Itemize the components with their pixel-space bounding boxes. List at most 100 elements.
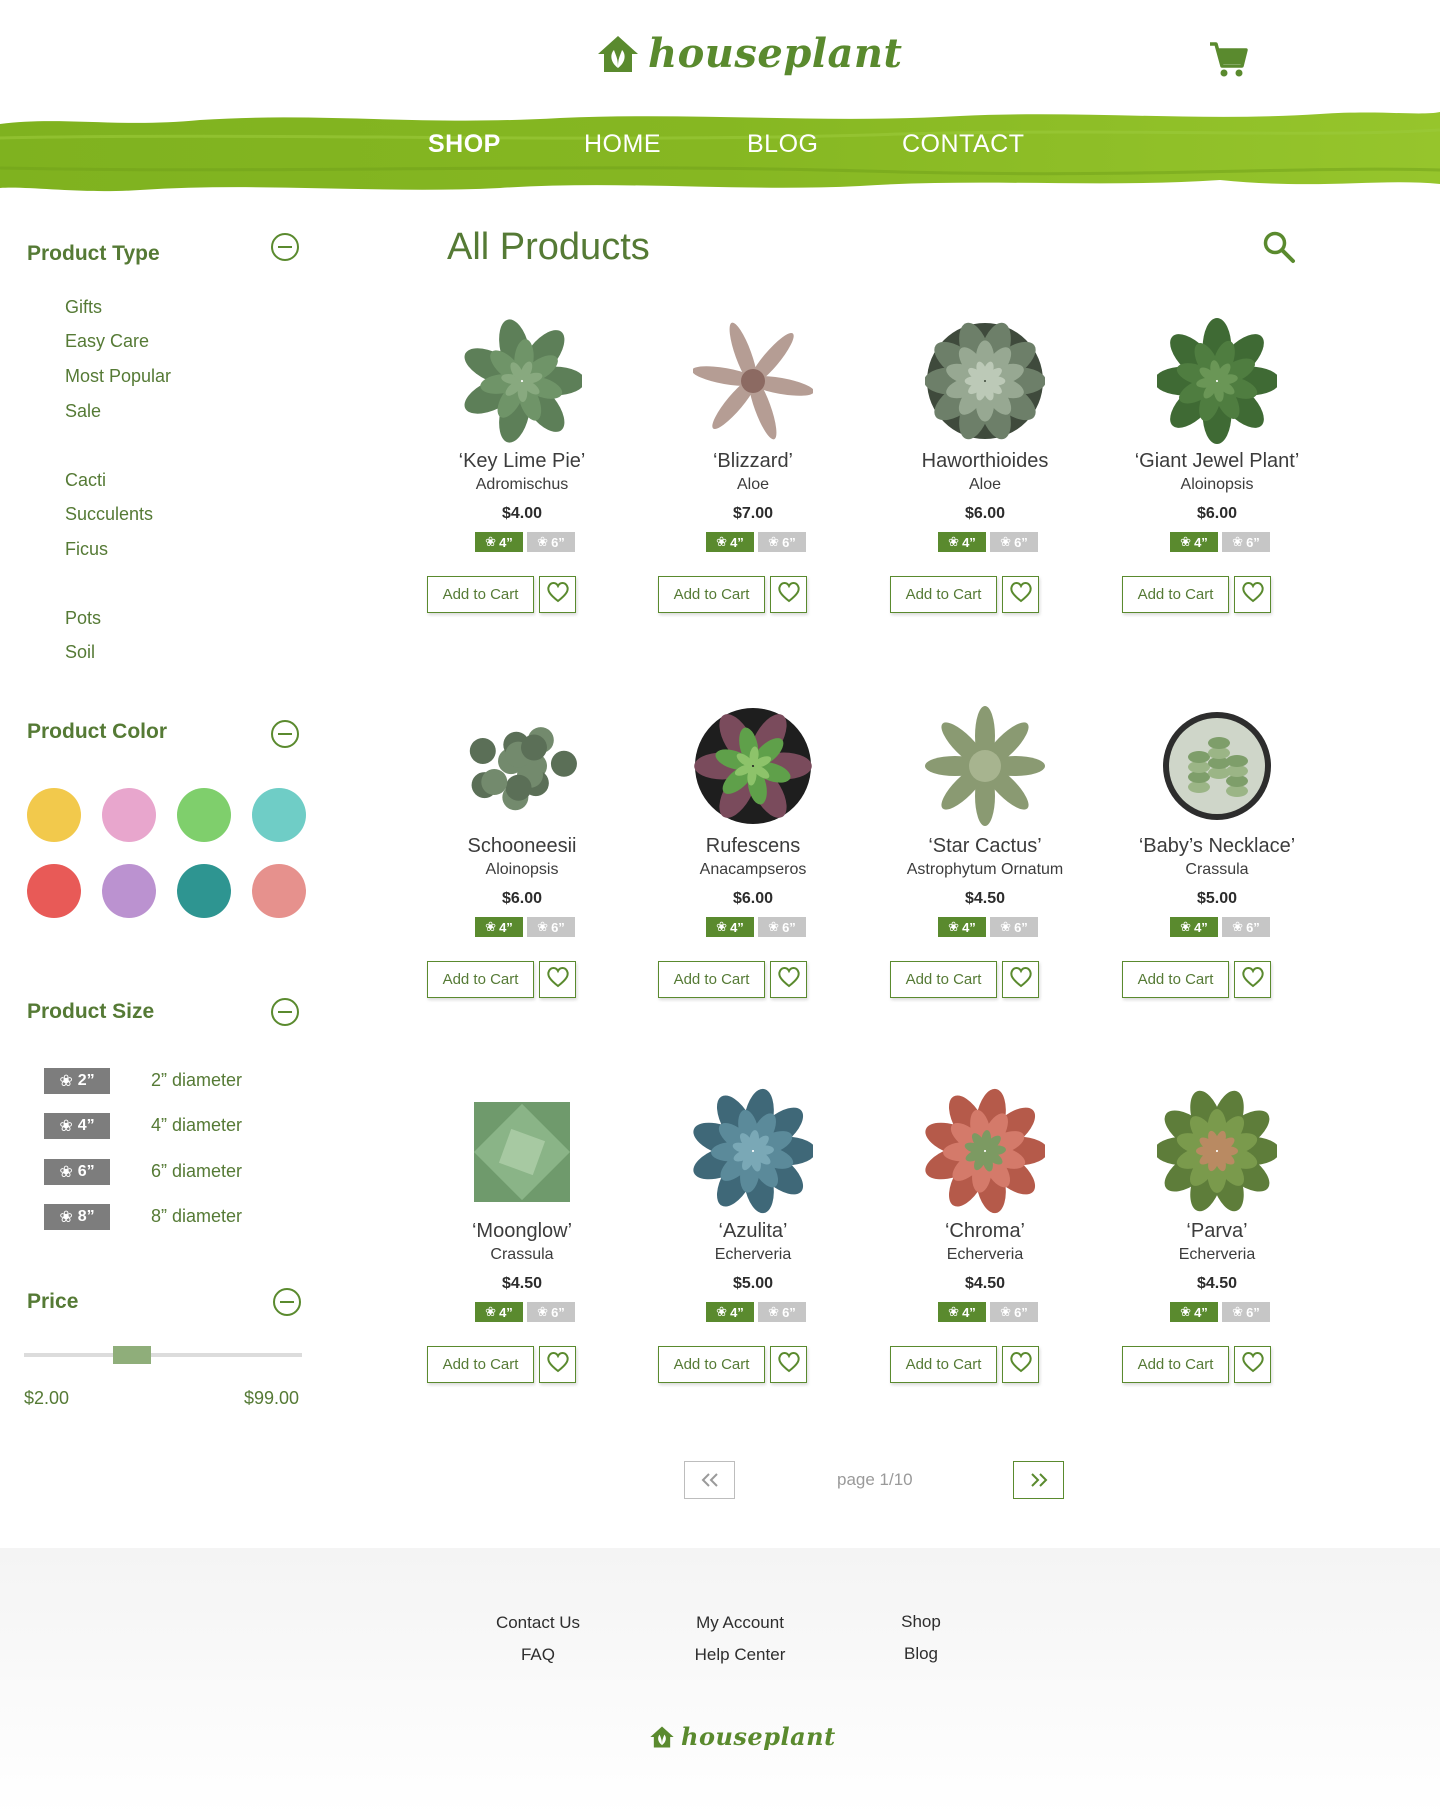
- size-4-option[interactable]: ❀ 4”: [938, 532, 986, 552]
- size-4-option[interactable]: ❀ 4”: [706, 1302, 754, 1322]
- add-to-cart-button[interactable]: Add to Cart: [890, 961, 997, 998]
- size-4-option[interactable]: ❀ 4”: [475, 1302, 523, 1322]
- add-to-cart-button[interactable]: Add to Cart: [427, 1346, 534, 1383]
- category-link[interactable]: Most Popular: [65, 366, 171, 387]
- size-6-option[interactable]: ❀ 6”: [990, 532, 1038, 552]
- category-link[interactable]: Easy Care: [65, 331, 149, 352]
- size-6-option[interactable]: ❀ 6”: [1222, 1302, 1270, 1322]
- product-name[interactable]: ‘Baby’s Necklace’: [1107, 835, 1327, 858]
- product-image[interactable]: [462, 1088, 582, 1214]
- collapse-minus-icon[interactable]: [270, 997, 300, 1027]
- product-card[interactable]: ‘Baby’s Necklace’ Crassula $5.00 ❀ 4” ❀ 6” Add …: [1107, 703, 1327, 1043]
- product-card[interactable]: ‘Parva’ Echerveria $4.50 ❀ 4” ❀ 6” Add to Cart: [1107, 1088, 1327, 1428]
- wishlist-button[interactable]: [539, 961, 576, 998]
- size-4-option[interactable]: ❀ 4”: [938, 917, 986, 937]
- footer-link-shop[interactable]: Shop: [841, 1612, 1001, 1632]
- add-to-cart-button[interactable]: Add to Cart: [427, 576, 534, 613]
- product-image[interactable]: [924, 318, 1046, 444]
- footer-link-blog[interactable]: Blog: [841, 1644, 1001, 1664]
- add-to-cart-button[interactable]: Add to Cart: [1122, 961, 1229, 998]
- footer-logo[interactable]: houseplant: [648, 1722, 836, 1751]
- size-4-option[interactable]: ❀ 4”: [1170, 532, 1218, 552]
- size-4-option[interactable]: ❀ 4”: [706, 532, 754, 552]
- product-image[interactable]: [462, 318, 585, 444]
- price-slider-handle[interactable]: [113, 1346, 151, 1364]
- size-6-option[interactable]: ❀ 6”: [758, 532, 806, 552]
- size-4-option[interactable]: ❀ 4”: [1170, 917, 1218, 937]
- product-image[interactable]: [462, 703, 582, 829]
- footer-link-account[interactable]: My Account: [660, 1613, 820, 1633]
- product-card[interactable]: ‘Chroma’ Echerveria $4.50 ❀ 4” ❀ 6” Add to Cart: [875, 1088, 1095, 1428]
- size-4-option[interactable]: ❀ 4”: [475, 532, 523, 552]
- add-to-cart-button[interactable]: Add to Cart: [658, 1346, 765, 1383]
- collapse-minus-icon[interactable]: [270, 232, 300, 262]
- add-to-cart-button[interactable]: Add to Cart: [890, 1346, 997, 1383]
- wishlist-button[interactable]: [1234, 576, 1271, 613]
- add-to-cart-button[interactable]: Add to Cart: [1122, 576, 1229, 613]
- product-image[interactable]: [1154, 318, 1280, 444]
- nav-home[interactable]: HOME: [584, 130, 661, 159]
- category-link[interactable]: Pots: [65, 608, 101, 629]
- product-name[interactable]: ‘Star Cactus’: [875, 835, 1095, 858]
- search-icon[interactable]: [1262, 230, 1296, 264]
- size-4-option[interactable]: ❀ 4”: [938, 1302, 986, 1322]
- next-page-button[interactable]: [1013, 1461, 1064, 1499]
- product-card[interactable]: ‘Key Lime Pie’ Adromischus $4.00 ❀ 4” ❀ 6” Add …: [412, 318, 632, 658]
- product-card[interactable]: ‘Moonglow’ Crassula $4.50 ❀ 4” ❀ 6” Add to Cart: [412, 1088, 632, 1428]
- size-6-option[interactable]: ❀ 6”: [758, 917, 806, 937]
- category-link[interactable]: Cacti: [65, 470, 106, 491]
- wishlist-button[interactable]: [539, 576, 576, 613]
- wishlist-button[interactable]: [1002, 961, 1039, 998]
- color-swatch[interactable]: [27, 788, 81, 842]
- size-6-option[interactable]: ❀ 6”: [1222, 917, 1270, 937]
- wishlist-button[interactable]: [539, 1346, 576, 1383]
- product-card[interactable]: Schooneesii Aloinopsis $6.00 ❀ 4” ❀ 6” Add to C…: [412, 703, 632, 1043]
- category-link[interactable]: Succulents: [65, 504, 153, 525]
- shopping-cart-icon[interactable]: [1208, 40, 1248, 78]
- product-image[interactable]: [925, 1088, 1048, 1214]
- brand-logo[interactable]: houseplant: [594, 30, 902, 77]
- category-link[interactable]: Ficus: [65, 539, 108, 560]
- color-swatch[interactable]: [252, 864, 306, 918]
- size-4-option[interactable]: ❀ 4”: [1170, 1302, 1218, 1322]
- product-name[interactable]: ‘Moonglow’: [412, 1220, 632, 1243]
- prev-page-button[interactable]: [684, 1461, 735, 1499]
- color-swatch[interactable]: [177, 788, 231, 842]
- nav-blog[interactable]: BLOG: [747, 130, 818, 159]
- product-image[interactable]: [925, 703, 1045, 829]
- wishlist-button[interactable]: [1002, 576, 1039, 613]
- wishlist-button[interactable]: [1234, 961, 1271, 998]
- size-option-2[interactable]: ❀ 2” 2” diameter: [44, 1068, 284, 1094]
- collapse-minus-icon[interactable]: [272, 1287, 302, 1317]
- product-image[interactable]: [693, 703, 813, 829]
- add-to-cart-button[interactable]: Add to Cart: [890, 576, 997, 613]
- category-link[interactable]: Sale: [65, 401, 101, 422]
- size-6-option[interactable]: ❀ 6”: [758, 1302, 806, 1322]
- size-6-option[interactable]: ❀ 6”: [527, 1302, 575, 1322]
- product-image[interactable]: [1157, 703, 1277, 829]
- product-image[interactable]: [693, 1088, 816, 1214]
- product-name[interactable]: ‘Chroma’: [875, 1220, 1095, 1243]
- size-6-option[interactable]: ❀ 6”: [527, 532, 575, 552]
- size-6-option[interactable]: ❀ 6”: [527, 917, 575, 937]
- size-4-option[interactable]: ❀ 4”: [475, 917, 523, 937]
- footer-link-faq[interactable]: FAQ: [458, 1645, 618, 1665]
- product-name[interactable]: ‘Key Lime Pie’: [412, 450, 632, 473]
- product-name[interactable]: ‘Blizzard’: [643, 450, 863, 473]
- collapse-minus-icon[interactable]: [270, 719, 300, 749]
- size-6-option[interactable]: ❀ 6”: [990, 917, 1038, 937]
- add-to-cart-button[interactable]: Add to Cart: [1122, 1346, 1229, 1383]
- product-card[interactable]: ‘Giant Jewel Plant’ Aloinopsis $6.00 ❀ 4” ❀ 6”…: [1107, 318, 1327, 658]
- size-option-8[interactable]: ❀ 8” 8” diameter: [44, 1204, 284, 1230]
- category-link[interactable]: Gifts: [65, 297, 102, 318]
- add-to-cart-button[interactable]: Add to Cart: [427, 961, 534, 998]
- product-name[interactable]: ‘Azulita’: [643, 1220, 863, 1243]
- color-swatch[interactable]: [27, 864, 81, 918]
- price-slider-track[interactable]: [24, 1353, 302, 1357]
- product-card[interactable]: ‘Star Cactus’ Astrophytum Ornatum $4.50 ❀ 4”…: [875, 703, 1095, 1043]
- product-image[interactable]: [691, 318, 815, 444]
- wishlist-button[interactable]: [770, 576, 807, 613]
- color-swatch[interactable]: [252, 788, 306, 842]
- wishlist-button[interactable]: [770, 961, 807, 998]
- wishlist-button[interactable]: [1234, 1346, 1271, 1383]
